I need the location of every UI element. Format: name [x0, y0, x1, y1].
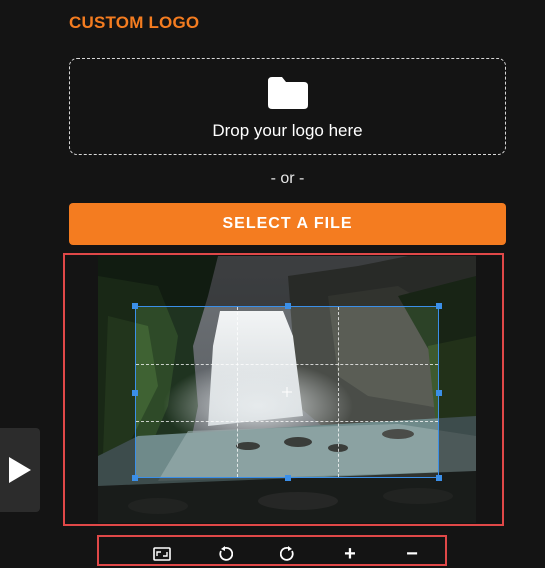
rotate-left-icon	[219, 546, 233, 561]
zoom-out-button[interactable]: −	[403, 542, 421, 565]
crop-handle-n[interactable]	[285, 303, 291, 309]
rotate-right-icon	[280, 546, 294, 561]
zoom-in-button[interactable]: +	[341, 542, 359, 565]
crop-grid-line	[338, 307, 339, 477]
zoom-out-icon: −	[406, 542, 418, 565]
zoom-in-icon: +	[344, 542, 356, 565]
crop-center-icon	[282, 387, 292, 397]
or-separator: - or -	[270, 170, 305, 187]
rotate-left-button[interactable]	[216, 545, 234, 563]
crop-selection-box[interactable]	[132, 303, 442, 481]
crop-handle-sw[interactable]	[132, 475, 138, 481]
rotate-right-button[interactable]	[279, 545, 297, 563]
logo-dropzone[interactable]: Drop your logo here	[69, 58, 506, 155]
crop-handle-nw[interactable]	[132, 303, 138, 309]
crop-handle-s[interactable]	[285, 475, 291, 481]
crop-handle-se[interactable]	[436, 475, 442, 481]
aspect-ratio-button[interactable]	[153, 545, 171, 563]
play-button[interactable]	[0, 428, 40, 512]
select-file-button[interactable]: SELECT A FILE	[69, 203, 506, 245]
crop-handle-e[interactable]	[436, 390, 442, 396]
crop-handle-w[interactable]	[132, 390, 138, 396]
folder-icon	[268, 77, 308, 109]
crop-grid-line	[136, 364, 438, 365]
section-title: CUSTOM LOGO	[69, 13, 200, 32]
toolbar-highlight-frame	[97, 535, 447, 566]
crop-grid-line	[237, 307, 238, 477]
crop-grid-line	[136, 421, 438, 422]
dropzone-label: Drop your logo here	[212, 121, 363, 140]
crop-handle-ne[interactable]	[436, 303, 442, 309]
aspect-ratio-icon	[153, 547, 171, 561]
play-icon	[9, 457, 31, 483]
